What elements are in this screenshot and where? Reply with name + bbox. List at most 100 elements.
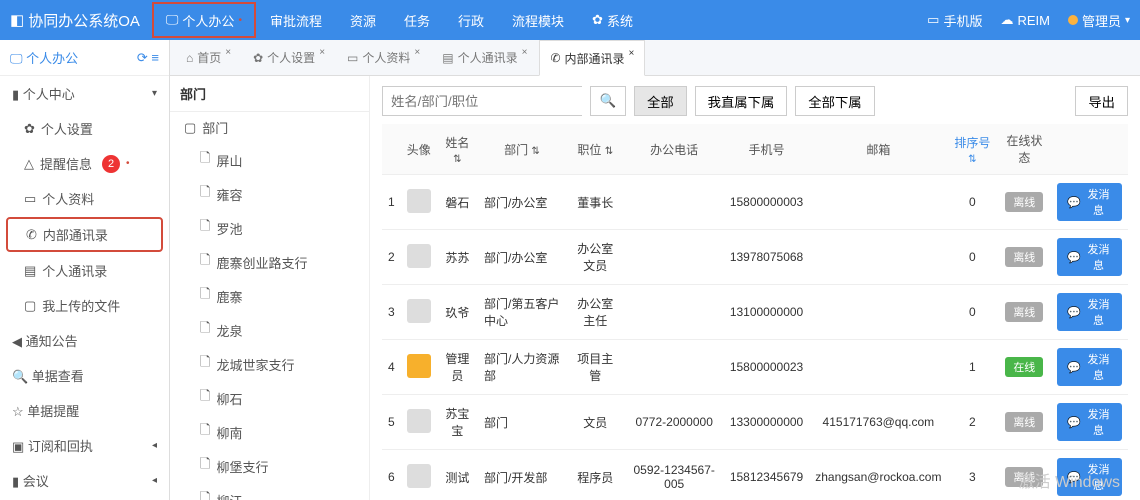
avatar (407, 354, 431, 378)
mobile-icon: ▭ (927, 12, 939, 28)
status-badge: 在线 (1005, 357, 1043, 377)
send-msg-button[interactable]: 💬发消息 (1057, 348, 1122, 386)
tree-node[interactable]: 🗋雍容 (170, 177, 369, 211)
close-icon[interactable]: × (319, 47, 325, 58)
table-row[interactable]: 2苏苏部门/办公室办公室文员139780750680离线💬发消息 (382, 230, 1128, 285)
table-row[interactable]: 6测试部门/开发部程序员0592-1234567-00515812345679z… (382, 450, 1128, 500)
gear-icon: ✿ (592, 12, 603, 28)
sidebar-group[interactable]: ☆ 单据提醒 (0, 393, 169, 428)
refresh-icon[interactable]: ⟳ (137, 50, 148, 65)
sidebar-item[interactable]: ▤个人通讯录 (0, 253, 169, 288)
nav-item[interactable]: 🖵个人办公• (152, 2, 256, 38)
col-header[interactable]: 头像 (401, 124, 437, 175)
id-icon: ▤ (442, 51, 453, 65)
sidebar-group[interactable]: ◀ 通知公告 (0, 323, 169, 358)
close-icon[interactable]: × (629, 48, 635, 59)
tab[interactable]: ⌂首页× (176, 40, 241, 76)
bell-icon: △ (24, 156, 34, 172)
folder-icon: ▢ (184, 120, 196, 136)
file-icon: 🗋 (200, 183, 210, 205)
col-header[interactable]: 办公电话 (625, 124, 724, 175)
tab[interactable]: ▤个人通讯录× (432, 40, 537, 76)
col-header[interactable] (1051, 124, 1128, 175)
tree-node[interactable]: 🗋罗池 (170, 211, 369, 245)
sidebar-group[interactable]: ▣ 订阅和回执◂ (0, 428, 169, 463)
nav-item[interactable]: ✿系统 (578, 0, 647, 40)
sidebar-group[interactable]: ▮ 个人中心▾ (0, 76, 169, 111)
file-icon: 🗋 (200, 217, 210, 239)
nav-item[interactable]: 资源 (336, 0, 390, 40)
col-header[interactable]: 在线状态 (997, 124, 1051, 175)
file-icon: 🗋 (200, 489, 210, 500)
tree-root[interactable]: ▢部门 (170, 112, 369, 143)
tab[interactable]: ▭个人资料× (337, 40, 430, 76)
tab[interactable]: ✆内部通讯录× (539, 40, 645, 76)
nav-item[interactable]: 流程模块 (498, 0, 578, 40)
reim-link[interactable]: ☁REIM (1000, 12, 1050, 28)
send-msg-button[interactable]: 💬发消息 (1057, 238, 1122, 276)
file-icon: 🗋 (200, 319, 210, 341)
table-row[interactable]: 1磐石部门/办公室董事长158000000030离线💬发消息 (382, 175, 1128, 230)
app-logo: ◧ 协同办公系统OA (10, 10, 140, 31)
tree-node[interactable]: 🗋柳石 (170, 381, 369, 415)
tree-node[interactable]: 🗋柳南 (170, 415, 369, 449)
search-button[interactable]: 🔍 (590, 86, 626, 116)
col-header[interactable]: 邮箱 (809, 124, 947, 175)
sidebar-item[interactable]: ✿个人设置 (0, 111, 169, 146)
sidebar-item[interactable]: ▢我上传的文件 (0, 288, 169, 323)
col-header[interactable]: 手机号 (724, 124, 809, 175)
topbar: ◧ 协同办公系统OA 🖵个人办公•审批流程资源任务行政流程模块✿系统 ▭手机版 … (0, 0, 1140, 40)
tree-node[interactable]: 🗋屏山 (170, 143, 369, 177)
close-icon[interactable]: × (414, 47, 420, 58)
tree-node[interactable]: 🗋龙城世家支行 (170, 347, 369, 381)
send-msg-button[interactable]: 💬发消息 (1057, 183, 1122, 221)
admin-menu[interactable]: 管理员▾ (1068, 11, 1130, 30)
close-icon[interactable]: × (225, 47, 231, 58)
menu-icon[interactable]: ≡ (151, 50, 159, 65)
close-icon[interactable]: × (522, 47, 528, 58)
chat-icon: 💬 (1067, 306, 1081, 319)
table-row[interactable]: 5苏宝宝部门文员0772-200000013300000000415171763… (382, 395, 1128, 450)
chat-icon: 💬 (1067, 251, 1081, 264)
chat-icon: 💬 (1067, 361, 1081, 374)
col-header[interactable]: 职位 ⇅ (566, 124, 625, 175)
export-button[interactable]: 导出 (1075, 86, 1128, 116)
tree-node[interactable]: 🗋鹿寨创业路支行 (170, 245, 369, 279)
send-msg-button[interactable]: 💬发消息 (1057, 403, 1122, 441)
mobile-link[interactable]: ▭手机版 (927, 11, 982, 30)
tree-node[interactable]: 🗋龙泉 (170, 313, 369, 347)
file-icon: 🗋 (200, 455, 210, 477)
col-header[interactable] (382, 124, 401, 175)
status-badge: 离线 (1005, 302, 1043, 322)
sidebar-item[interactable]: ▭个人资料 (0, 181, 169, 216)
badge: 2 (102, 155, 120, 173)
search-icon: 🔍 (600, 93, 617, 108)
nav-item[interactable]: 任务 (390, 0, 444, 40)
col-header[interactable]: 部门 ⇅ (478, 124, 566, 175)
tree-node[interactable]: 🗋鹿寨 (170, 279, 369, 313)
search-input[interactable] (382, 86, 582, 116)
filter-allsub[interactable]: 全部下属 (795, 86, 874, 116)
table-row[interactable]: 4管理员部门/人力资源部项目主管158000000231在线💬发消息 (382, 340, 1128, 395)
sidebar-group[interactable]: 🔍 单据查看 (0, 358, 169, 393)
filter-mine[interactable]: 我直属下属 (695, 86, 788, 116)
avatar (407, 299, 431, 323)
file-icon: 🗋 (200, 285, 210, 307)
tree-node[interactable]: 🗋柳江 (170, 483, 369, 500)
table-row[interactable]: 3玖爷部门/第五客户中心办公室主任131000000000离线💬发消息 (382, 285, 1128, 340)
col-header[interactable]: 姓名 ⇅ (437, 124, 478, 175)
sidebar-group[interactable]: ▮ 会议◂ (0, 463, 169, 498)
sidebar-item[interactable]: △提醒信息2• (0, 146, 169, 181)
filter-all[interactable]: 全部 (634, 86, 687, 116)
nav-item[interactable]: 行政 (444, 0, 498, 40)
nav-item[interactable]: 审批流程 (256, 0, 336, 40)
tree-node[interactable]: 🗋柳堡支行 (170, 449, 369, 483)
sidebar-item[interactable]: ✆内部通讯录 (6, 217, 163, 252)
col-header[interactable]: 排序号 ⇅ (947, 124, 997, 175)
tab[interactable]: ✿个人设置× (243, 40, 335, 76)
dept-column: 部门 ▢部门🗋屏山🗋雍容🗋罗池🗋鹿寨创业路支行🗋鹿寨🗋龙泉🗋龙城世家支行🗋柳石🗋… (170, 76, 370, 500)
chat-icon: 💬 (1067, 416, 1081, 429)
avatar (407, 189, 431, 213)
send-msg-button[interactable]: 💬发消息 (1057, 293, 1122, 331)
table-column: 🔍 全部 我直属下属 全部下属 导出 头像姓名 ⇅部门 ⇅职位 ⇅办公电话手机号… (370, 76, 1140, 500)
